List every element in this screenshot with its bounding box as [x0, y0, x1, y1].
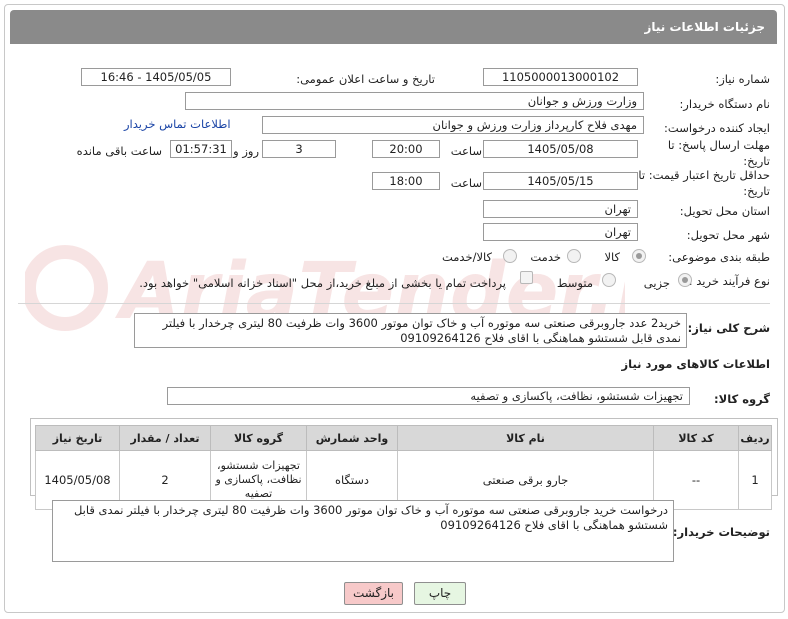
col-group: گروه کالا — [210, 425, 307, 451]
cell-row: 1 — [738, 450, 772, 510]
col-row: ردیف — [738, 425, 772, 451]
deadline-label: مهلت ارسال پاسخ: تا تاریخ: — [667, 138, 770, 168]
days-label: روز و — [233, 144, 259, 158]
col-qty: تعداد / مقدار — [119, 425, 211, 451]
remaining-time-field: 01:57:31 — [170, 140, 232, 158]
col-name: نام کالا — [397, 425, 654, 451]
process-label: نوع فرآیند خرید : — [688, 274, 770, 288]
need-number-label: شماره نیاز: — [715, 72, 770, 86]
deadline-date-field: 1405/05/08 — [483, 140, 638, 158]
announce-label: تاریخ و ساعت اعلان عمومی: — [296, 72, 435, 86]
announce-field: 1405/05/05 - 16:46 — [81, 68, 231, 86]
buyer-org-label: نام دستگاه خریدار: — [679, 97, 770, 111]
col-unit: واحد شمارش — [306, 425, 398, 451]
goods-group-label: گروه کالا: — [714, 392, 770, 406]
payment-checkbox[interactable] — [520, 271, 533, 284]
process-option-medium: متوسط — [556, 276, 593, 290]
col-date: تاریخ نیاز — [35, 425, 120, 451]
back-button[interactable]: بازگشت — [344, 582, 403, 605]
category-radio-goods[interactable] — [632, 249, 646, 263]
buyer-notes-label: توضیحات خریدار: — [672, 525, 770, 539]
price-validity-time-label: ساعت — [450, 176, 482, 190]
general-desc-text: خرید2 عدد جاروبرقی صنعتی سه موتوره آب و … — [134, 313, 687, 348]
category-option-goods: کالا — [604, 250, 620, 264]
price-validity-date-field: 1405/05/15 — [483, 172, 638, 190]
category-option-both: کالا/خدمت — [441, 250, 492, 264]
panel-header: جزئیات اطلاعات نیاز — [10, 10, 777, 44]
city-label: شهر محل تحویل: — [686, 228, 770, 242]
need-number-field: 1105000013000102 — [483, 68, 638, 86]
category-radio-both[interactable] — [503, 249, 517, 263]
province-label: استان محل تحویل: — [679, 204, 770, 218]
creator-field: مهدی فلاح کارپرداز وزارت ورزش و جوانان — [262, 116, 644, 134]
price-validity-time-field: 18:00 — [372, 172, 440, 190]
deadline-time-label: ساعت — [450, 144, 482, 158]
remaining-label: ساعت باقی مانده — [76, 144, 162, 158]
province-field: تهران — [483, 200, 638, 218]
category-radio-service[interactable] — [567, 249, 581, 263]
page-title: جزئیات اطلاعات نیاز — [644, 20, 765, 34]
category-option-service: خدمت — [530, 250, 561, 264]
buyer-org-field: وزارت ورزش و جوانان — [185, 92, 644, 110]
goods-info-title: اطلاعات کالاهای مورد نیاز — [621, 357, 770, 371]
deadline-time-field: 20:00 — [372, 140, 440, 158]
goods-group-field: تجهیزات شستشو، نظافت، پاکسازی و تصفیه — [167, 387, 690, 405]
price-validity-label: حداقل تاریخ اعتبار قیمت: تا تاریخ: — [638, 168, 770, 198]
print-button[interactable]: چاپ — [414, 582, 466, 605]
divider — [18, 303, 770, 304]
table-header-row: ردیف کد کالا نام کالا واحد شمارش گروه کا… — [35, 425, 772, 451]
col-code: کد کالا — [653, 425, 739, 451]
general-desc-label: شرح کلی نیاز: — [687, 321, 770, 335]
contact-link[interactable]: اطلاعات تماس خریدار — [124, 117, 231, 131]
process-radio-medium[interactable] — [602, 273, 616, 287]
creator-label: ایجاد کننده درخواست: — [664, 121, 770, 135]
days-field: 3 — [262, 140, 336, 158]
items-table: ردیف کد کالا نام کالا واحد شمارش گروه کا… — [35, 425, 772, 510]
process-option-minor: جزیی — [643, 276, 670, 290]
category-label: طبقه بندی موضوعی: — [668, 250, 770, 264]
city-field: تهران — [483, 223, 638, 241]
payment-note: پرداخت تمام یا بخشی از مبلغ خرید،از محل … — [139, 276, 506, 290]
process-radio-minor[interactable] — [678, 273, 692, 287]
buyer-notes-text: درخواست خرید جاروبرقی صنعتی سه موتوره آب… — [52, 500, 674, 562]
